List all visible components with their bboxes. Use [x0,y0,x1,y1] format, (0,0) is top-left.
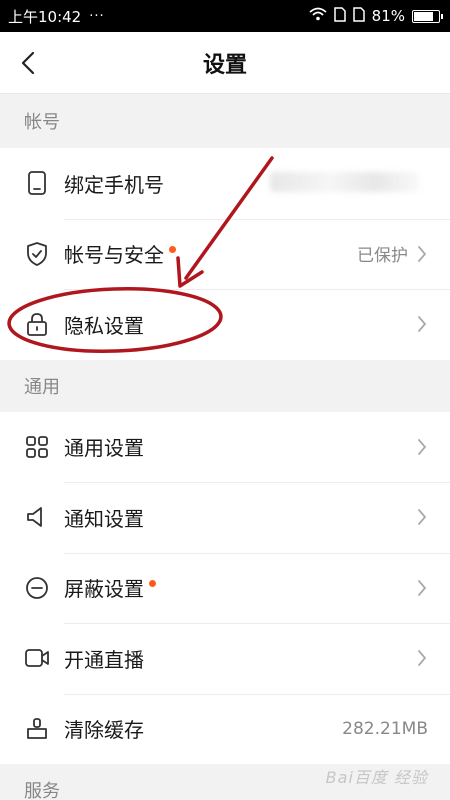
privacy-settings-row[interactable]: 隐私设置 [0,289,450,360]
block-icon [24,575,50,601]
account-security-status: 已保护 [357,246,408,267]
account-group: 绑定手机号 帐号与安全 已保护 隐私设置 [0,148,450,360]
broom-icon [24,716,50,742]
watermark: Bai百度 经验 [325,768,428,787]
notification-dot [169,246,176,254]
wifi-icon [309,7,327,25]
chevron-right-icon [416,315,428,333]
clear-cache-label: 清除缓存 [64,718,144,743]
chevron-left-icon [21,51,35,75]
block-settings-row[interactable]: 屏蔽设置 [0,552,450,624]
phone-icon [24,170,50,196]
general-settings-label: 通用设置 [64,436,144,461]
video-icon [24,645,50,671]
no-sim-icon [333,6,346,26]
start-live-row[interactable]: 开通直播 [0,623,450,694]
grid-icon [24,434,50,460]
chevron-right-icon [416,508,428,526]
privacy-settings-label: 隐私设置 [64,313,144,338]
notification-settings-label: 通知设置 [64,506,144,531]
clear-cache-row[interactable]: 清除缓存 282.21MB [0,693,450,765]
general-settings-row[interactable]: 通用设置 [0,412,450,483]
app-header: 设置 [0,32,450,94]
status-time: 上午10:42 [8,7,82,26]
bind-phone-label: 绑定手机号 [64,172,164,197]
account-security-label: 帐号与安全 [64,243,164,268]
sim-icon [352,6,365,26]
speaker-icon [24,504,50,530]
battery-percent: 81% [371,7,405,25]
general-group: 通用设置 通知设置 屏蔽设置 开通直播 清除缓存 282.21MB [0,411,450,765]
notification-settings-row[interactable]: 通知设置 [0,482,450,553]
chevron-right-icon [416,245,428,263]
chevron-right-icon [416,579,428,597]
status-more-dots: ··· [89,8,105,24]
start-live-label: 开通直播 [64,647,144,672]
back-button[interactable] [10,44,46,82]
cache-size: 282.21MB [342,718,428,739]
status-bar: 上午10:42 ··· 81% [0,0,450,32]
page-title: 设置 [202,52,247,78]
battery-icon [412,9,443,23]
section-header-general: 通用 [0,359,450,412]
notification-dot [149,580,156,588]
block-settings-label: 屏蔽设置 [64,577,144,602]
phone-number-redacted [270,172,420,192]
bind-phone-row[interactable]: 绑定手机号 [0,148,450,219]
section-header-account: 帐号 [0,94,450,148]
battery-fill [414,11,434,21]
chevron-right-icon [416,649,428,667]
lock-icon [24,311,50,337]
chevron-right-icon [416,438,428,456]
shield-icon [24,241,50,267]
account-security-row[interactable]: 帐号与安全 已保护 [0,218,450,290]
